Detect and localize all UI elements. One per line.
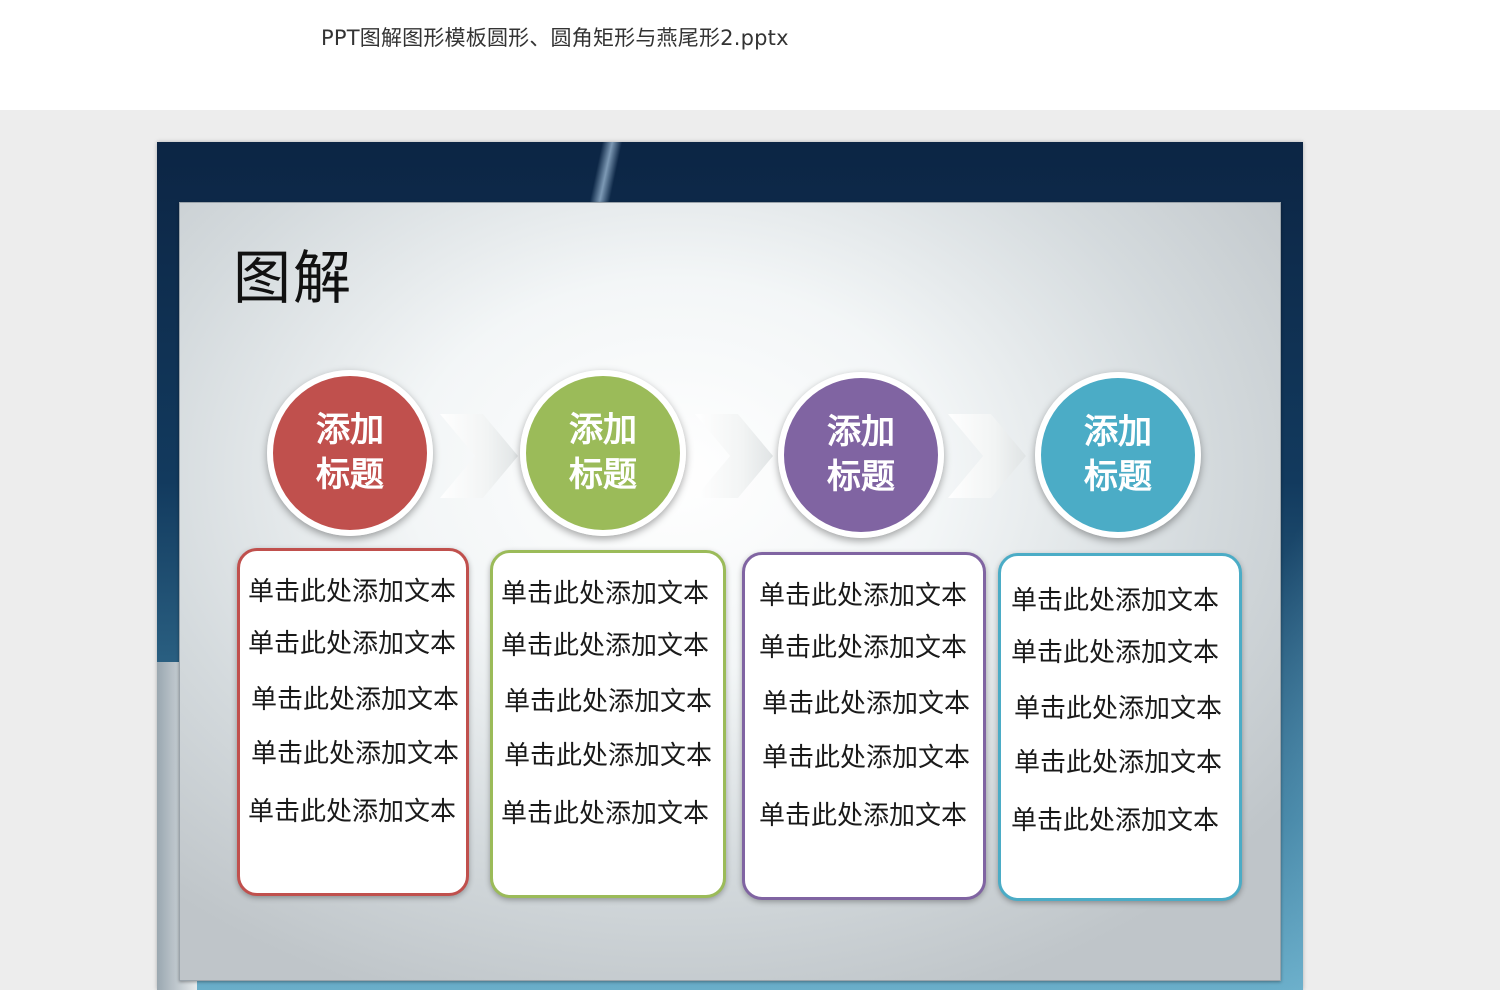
step-circle-1[interactable]: 添加 标题: [267, 370, 433, 536]
text-line[interactable]: 单击此处添加文本: [501, 625, 709, 662]
text-line[interactable]: 单击此处添加文本: [248, 571, 456, 608]
text-line[interactable]: 单击此处添加文本: [762, 683, 970, 720]
text-line[interactable]: 单击此处添加文本: [504, 681, 712, 718]
file-title: PPT图解图形模板圆形、圆角矩形与燕尾形2.pptx: [321, 26, 789, 50]
text-box-3[interactable]: 单击此处添加文本 单击此处添加文本 单击此处添加文本 单击此处添加文本 单击此处…: [742, 552, 986, 900]
chevron-arrow-2: [695, 414, 773, 498]
slide: 图解 添加 标题 添加 标题 添加 标题 添加 标题 单击此处添加文本 单击此处…: [157, 142, 1303, 990]
step-title-line1: 添加: [316, 410, 384, 450]
text-box-4[interactable]: 单击此处添加文本 单击此处添加文本 单击此处添加文本 单击此处添加文本 单击此处…: [998, 553, 1242, 901]
step-title-line1: 添加: [827, 412, 895, 452]
text-box-1[interactable]: 单击此处添加文本 单击此处添加文本 单击此处添加文本 单击此处添加文本 单击此处…: [237, 548, 469, 896]
text-line[interactable]: 单击此处添加文本: [759, 575, 967, 612]
text-line[interactable]: 单击此处添加文本: [1014, 688, 1222, 725]
step-title-line2: 标题: [1084, 457, 1152, 497]
text-line[interactable]: 单击此处添加文本: [251, 733, 459, 770]
text-line[interactable]: 单击此处添加文本: [762, 737, 970, 774]
text-line[interactable]: 单击此处添加文本: [1011, 632, 1219, 669]
chevron-arrow-3: [948, 414, 1026, 498]
step-title-line1: 添加: [1084, 412, 1152, 452]
step-title-line2: 标题: [316, 455, 384, 495]
text-line[interactable]: 单击此处添加文本: [759, 627, 967, 664]
text-line[interactable]: 单击此处添加文本: [248, 623, 456, 660]
step-title-line1: 添加: [569, 410, 637, 450]
text-line[interactable]: 单击此处添加文本: [248, 791, 456, 828]
text-box-2[interactable]: 单击此处添加文本 单击此处添加文本 单击此处添加文本 单击此处添加文本 单击此处…: [490, 550, 726, 898]
step-title-line2: 标题: [569, 455, 637, 495]
text-line[interactable]: 单击此处添加文本: [759, 795, 967, 832]
text-line[interactable]: 单击此处添加文本: [1014, 742, 1222, 779]
text-line[interactable]: 单击此处添加文本: [501, 573, 709, 610]
text-line[interactable]: 单击此处添加文本: [504, 735, 712, 772]
content-panel: 图解 添加 标题 添加 标题 添加 标题 添加 标题 单击此处添加文本 单击此处…: [179, 202, 1281, 981]
text-line[interactable]: 单击此处添加文本: [1011, 580, 1219, 617]
step-title-line2: 标题: [827, 457, 895, 497]
step-circle-3[interactable]: 添加 标题: [778, 372, 944, 538]
step-circle-2[interactable]: 添加 标题: [520, 370, 686, 536]
text-line[interactable]: 单击此处添加文本: [501, 793, 709, 830]
text-line[interactable]: 单击此处添加文本: [251, 679, 459, 716]
chevron-arrow-1: [440, 414, 518, 498]
document-header: PPT图解图形模板圆形、圆角矩形与燕尾形2.pptx: [0, 0, 1500, 110]
step-circle-4[interactable]: 添加 标题: [1035, 372, 1201, 538]
slide-title: 图解: [233, 244, 354, 312]
text-line[interactable]: 单击此处添加文本: [1011, 800, 1219, 837]
